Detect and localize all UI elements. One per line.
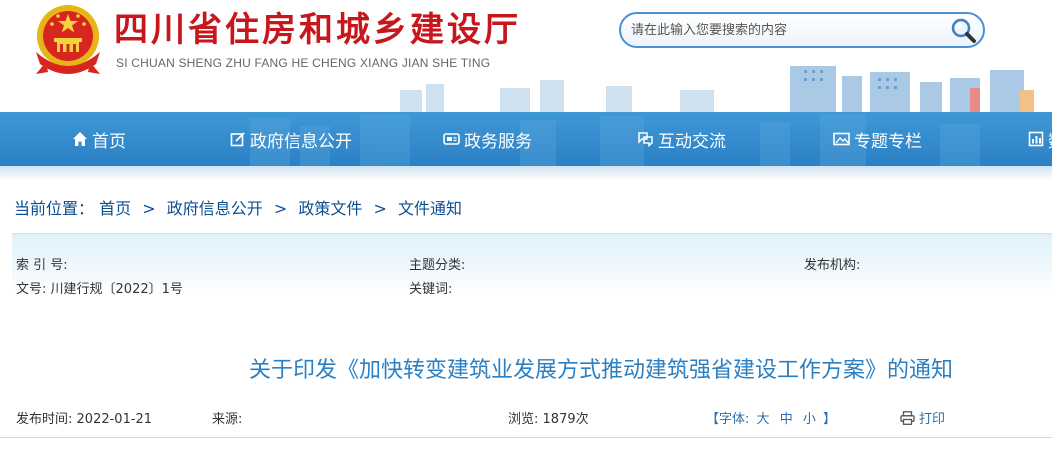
- breadcrumb-separator: >: [142, 199, 156, 218]
- publish-date: 发布时间: 2022-01-21: [16, 408, 152, 427]
- breadcrumb-separator: >: [373, 199, 387, 218]
- views-label: 浏览:: [508, 412, 539, 427]
- breadcrumb-notices[interactable]: 文件通知: [398, 199, 462, 218]
- service-icon: [443, 133, 460, 145]
- nav-item-interaction[interactable]: 互动交流: [637, 112, 726, 166]
- nav-item-gov-info[interactable]: 政府信息公开: [230, 112, 352, 166]
- nav-item-home[interactable]: 首页: [72, 112, 126, 166]
- nav-item-label: 数: [1048, 127, 1052, 152]
- document-info-panel: 索 引 号: 主题分类: 发布机构: 文号: 川建行规〔2022〕1号 关键词:: [12, 233, 1052, 313]
- font-label: 【字体:: [706, 412, 750, 427]
- index-label: 索 引 号:: [16, 258, 68, 273]
- edit-icon: [230, 132, 245, 147]
- org-label: 发布机构:: [804, 258, 861, 273]
- views-value: 1879次: [542, 412, 589, 427]
- chart-icon: [1028, 131, 1044, 147]
- publishing-org: 发布机构:: [804, 254, 860, 273]
- docno-value: 川建行规〔2022〕1号: [50, 282, 183, 297]
- nav-item-data[interactable]: 数: [1028, 112, 1052, 166]
- view-count: 浏览: 1879次: [508, 408, 589, 427]
- keywords-label: 关键词:: [409, 282, 453, 297]
- source-label: 来源:: [212, 412, 243, 427]
- printer-icon: [900, 410, 915, 425]
- breadcrumb-prefix: 当前位置：: [14, 199, 95, 218]
- publish-label: 发布时间:: [16, 412, 73, 427]
- font-size-small-button[interactable]: 小: [803, 412, 816, 427]
- breadcrumb: 当前位置： 首页 > 政府信息公开 > 政策文件 > 文件通知: [14, 195, 462, 219]
- print-label: 打印: [919, 412, 946, 427]
- nav-item-label: 专题专栏: [854, 131, 922, 152]
- nav-item-label: 政务服务: [464, 131, 532, 152]
- document-title: 关于印发《加快转变建筑业发展方式推动建筑强省建设工作方案》的通知: [248, 358, 953, 383]
- topic-category: 主题分类:: [409, 254, 465, 273]
- chat-icon: [638, 132, 653, 147]
- breadcrumb-separator: >: [273, 199, 288, 218]
- source: 来源:: [212, 408, 242, 427]
- font-size-controls: 【字体: 大 中 小 】: [706, 408, 836, 427]
- site-title: 四川省住房和城乡建设厅: [114, 10, 521, 50]
- docno-label: 文号:: [16, 282, 47, 297]
- home-icon: [73, 132, 87, 146]
- city-skyline-decoration: [400, 66, 1034, 112]
- font-close: 】: [823, 412, 837, 427]
- publish-value: 2022-01-21: [76, 412, 153, 427]
- nav-shadow-band: [0, 166, 1052, 180]
- breadcrumb-policy-docs[interactable]: 政策文件: [298, 199, 362, 218]
- breadcrumb-gov-info[interactable]: 政府信息公开: [167, 199, 263, 218]
- nav-item-gov-service[interactable]: 政务服务: [443, 112, 532, 166]
- search-input[interactable]: [631, 15, 951, 45]
- nav-item-label: 政府信息公开: [250, 131, 352, 152]
- search-icon[interactable]: [949, 16, 977, 44]
- breadcrumb-home[interactable]: 首页: [99, 199, 131, 218]
- font-size-large-button[interactable]: 大: [757, 412, 770, 427]
- document-number: 文号: 川建行规〔2022〕1号: [16, 278, 183, 297]
- nav-item-label: 互动交流: [658, 131, 726, 152]
- image-icon: [833, 132, 850, 146]
- nav-item-special-topics[interactable]: 专题专栏: [833, 112, 922, 166]
- nav-item-label: 首页: [92, 131, 126, 152]
- font-size-medium-button[interactable]: 中: [780, 412, 793, 427]
- site-header: 四川省住房和城乡建设厅 SI CHUAN SHENG ZHU FANG HE C…: [0, 0, 1052, 112]
- search-box: [619, 12, 985, 48]
- document-meta-row: 发布时间: 2022-01-21 来源: 浏览: 1879次 【字体: 大 中 …: [0, 398, 1052, 438]
- keywords: 关键词:: [409, 278, 452, 297]
- main-nav: 首页 政府信息公开 政务服务 互动交流 专题专栏 数: [0, 112, 1052, 166]
- topic-label: 主题分类:: [409, 258, 466, 273]
- print-button[interactable]: 打印: [900, 408, 945, 427]
- national-emblem-icon: [36, 5, 100, 74]
- index-number: 索 引 号:: [16, 254, 68, 273]
